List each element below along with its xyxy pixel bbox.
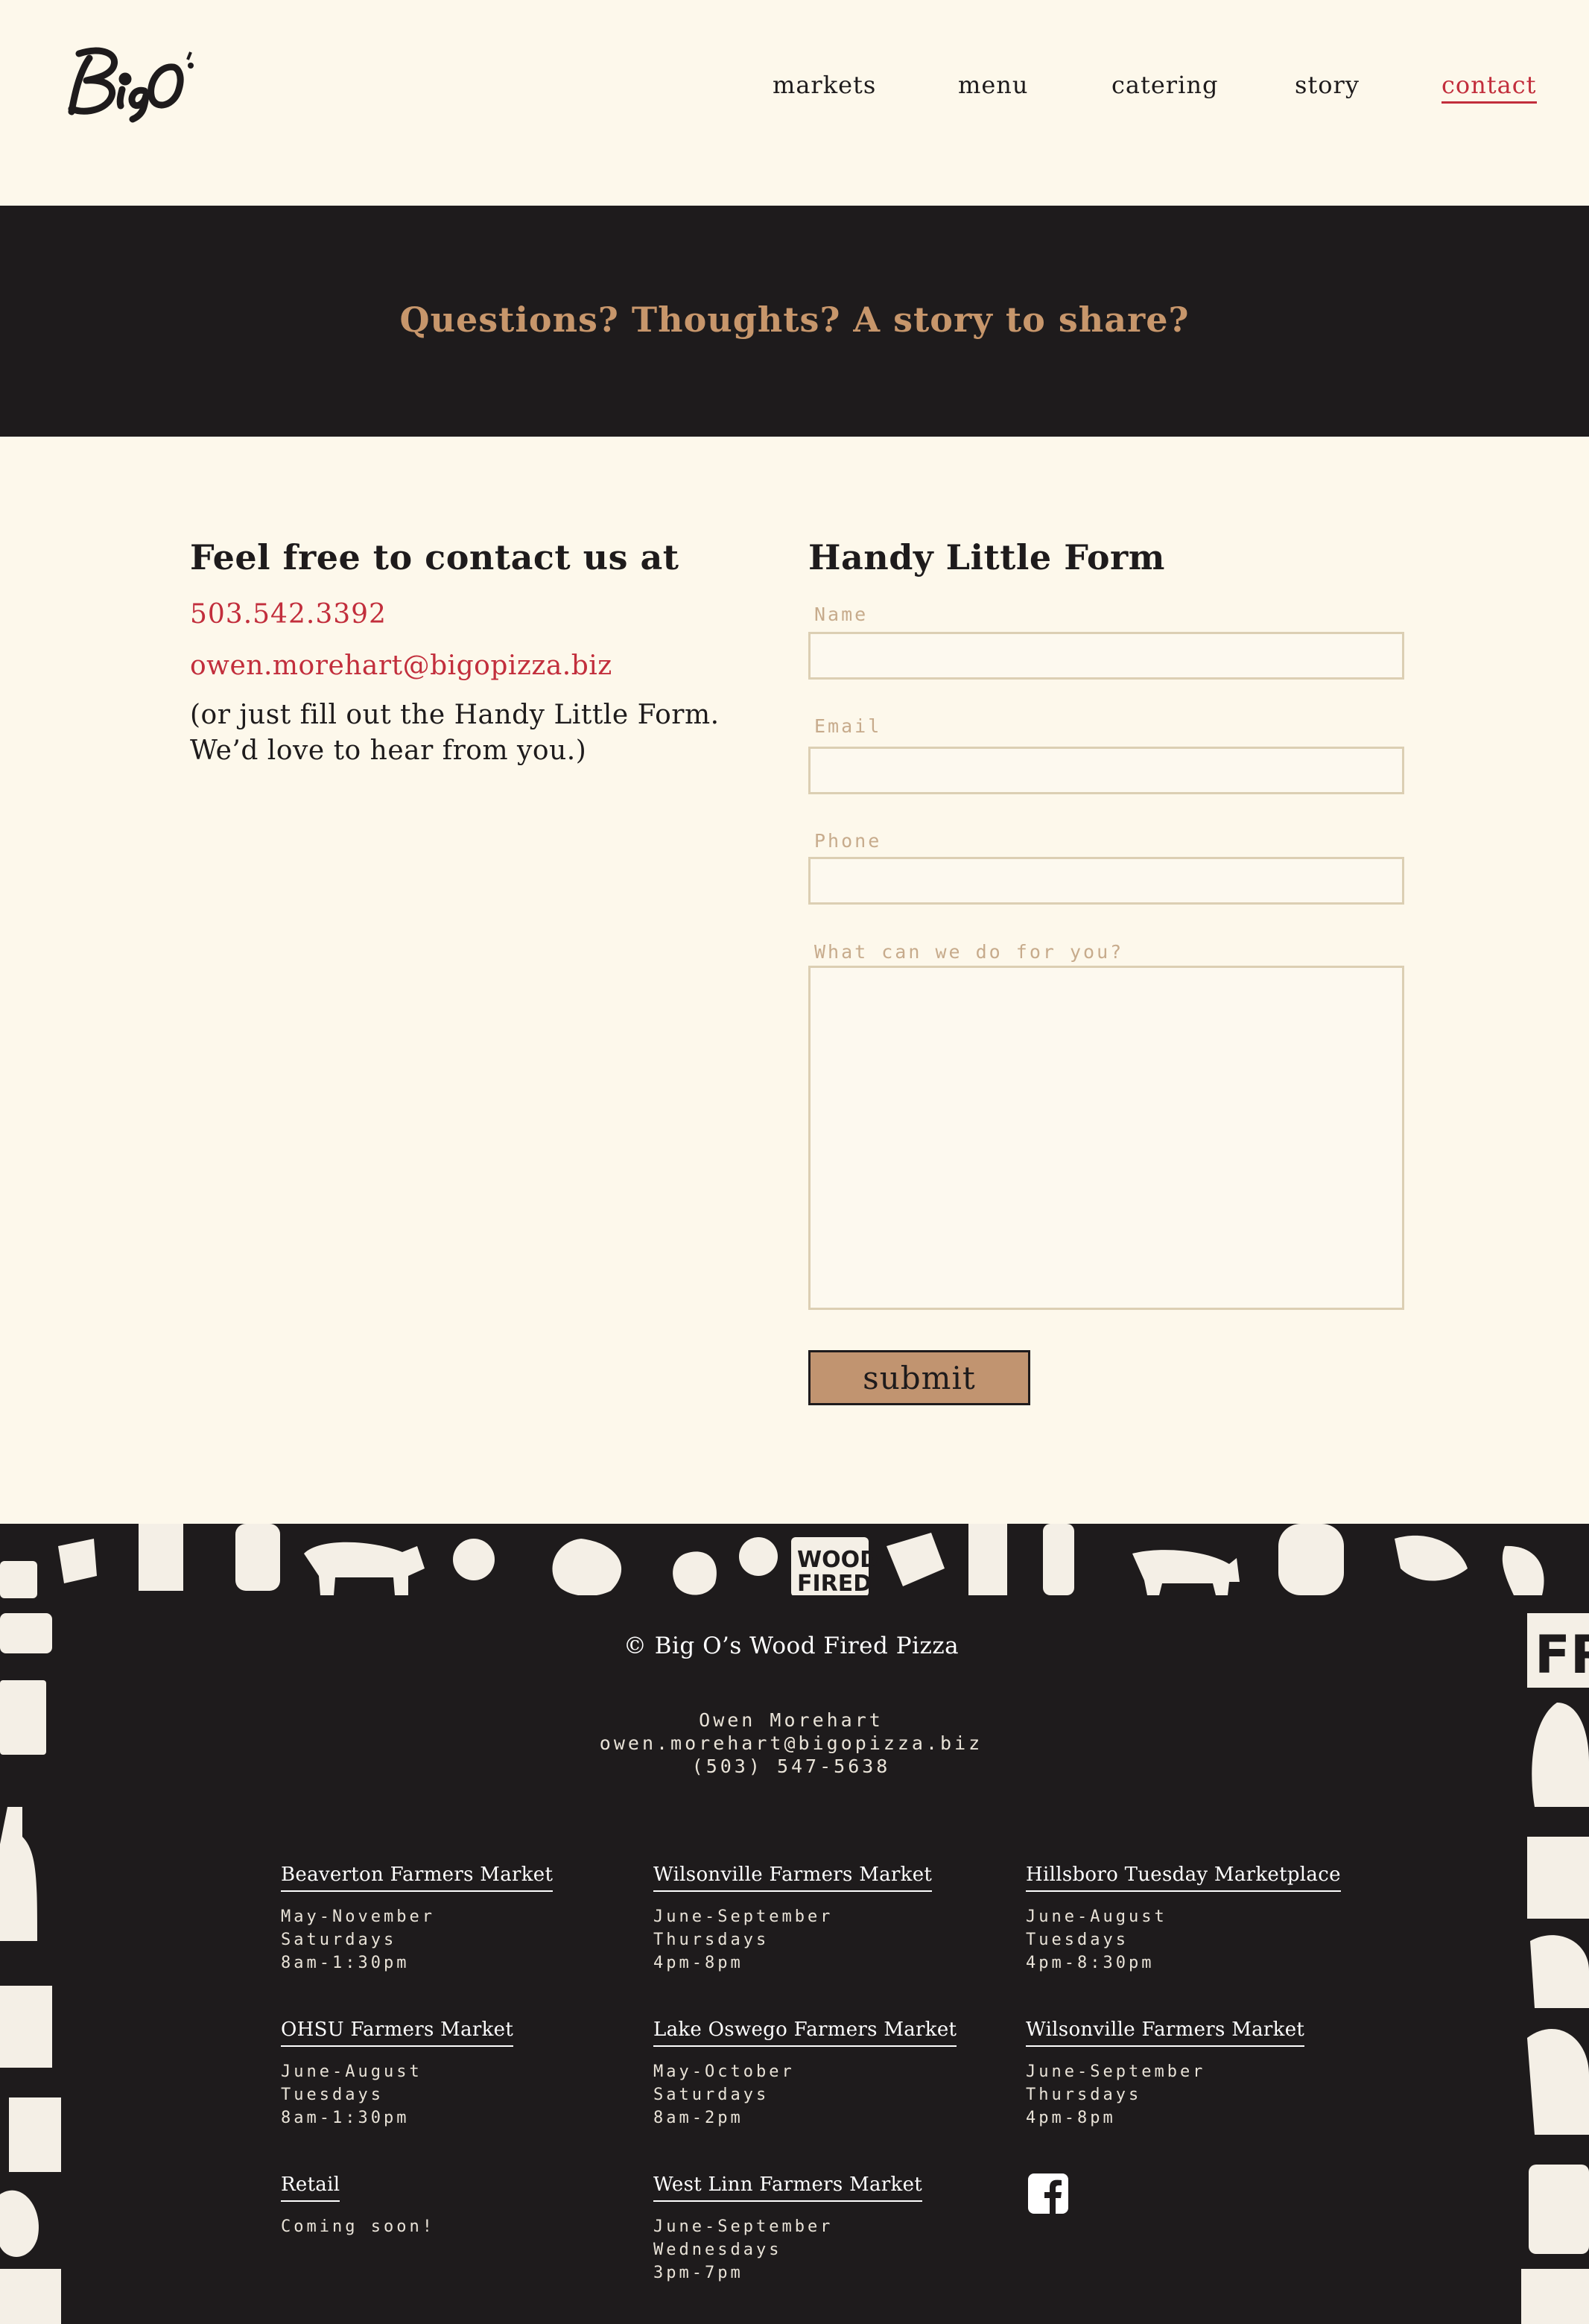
market-day: Thursdays [653,1931,770,1949]
email-field[interactable] [808,747,1404,794]
market-hours: 4pm-8pm [1026,2109,1116,2127]
contact-note: (or just fill out the Handy Little Form.… [190,700,720,766]
market-link[interactable]: Hillsboro Tuesday Marketplace [1026,1864,1341,1892]
footer-copyright: © Big O’s Wood Fired Pizza [623,1633,960,1659]
submit-button[interactable]: submit [808,1350,1030,1405]
market-item: Wilsonville Farmers Market June-Septembe… [653,1864,1003,1975]
market-season: June-September [653,1907,834,1926]
market-item: Lake Oswego Farmers Market May-October S… [653,2019,1003,2130]
market-link[interactable]: Beaverton Farmers Market [281,1864,554,1892]
facebook-icon[interactable] [1028,2173,1068,2214]
market-day: Wednesdays [653,2241,782,2259]
svg-text:FR: FR [1535,1624,1589,1685]
market-season: Coming soon! [281,2217,435,2236]
market-hours: 8am-1:30pm [281,1954,410,1972]
message-label: What can we do for you? [814,941,1124,963]
market-link[interactable]: OHSU Farmers Market [281,2019,514,2047]
market-hours: 4pm-8pm [653,1954,743,1972]
market-day: Saturdays [281,1931,397,1949]
form-heading: Handy Little Form [808,537,1165,577]
market-season: June-September [653,2217,834,2236]
market-day: Saturdays [653,2086,770,2104]
name-label: Name [814,604,869,625]
market-link[interactable]: West Linn Farmers Market [653,2173,923,2202]
footer-content: © Big O’s Wood Fired Pizza Owen Morehart… [61,1595,1521,2324]
market-hours: 8am-1:30pm [281,2109,410,2127]
market-season: June-August [1026,1907,1167,1926]
nav-contact[interactable]: contact [1441,69,1537,104]
phone-field[interactable] [808,857,1404,905]
svg-text:WOOD: WOOD [797,1547,878,1573]
market-season: June-August [281,2062,422,2081]
market-item: Wilsonville Farmers Market June-Septembe… [1026,2019,1376,2130]
market-season: May-November [281,1907,435,1926]
market-season: June-September [1026,2062,1206,2081]
market-link[interactable]: Wilsonville Farmers Market [1026,2019,1305,2047]
contact-info: Feel free to contact us at 503.542.3392 … [190,535,726,769]
market-hours: 4pm-8:30pm [1026,1954,1155,1972]
svg-text:FIRED: FIRED [797,1571,872,1597]
market-day: Thursdays [1026,2086,1142,2104]
message-textarea[interactable] [808,966,1404,1310]
nav-catering[interactable]: catering [1111,69,1218,101]
market-link[interactable]: Retail [281,2173,340,2202]
phone-label: Phone [814,830,882,852]
contact-form: Handy Little Form Name Email Phone What … [808,535,1404,1429]
market-link[interactable]: Lake Oswego Farmers Market [653,2019,957,2047]
hero-title: Questions? Thoughts? A story to share? [399,300,1190,340]
footer-contact: Owen Morehart owen.morehart@bigopizza.bi… [61,1709,1521,1778]
hero-banner: Questions? Thoughts? A story to share? [0,206,1589,437]
market-season: May-October [653,2062,795,2081]
footer-contact-email: owen.morehart@bigopizza.biz [599,1732,983,1754]
market-item: Retail Coming soon! [281,2173,631,2238]
main-nav: markets menu catering story contact [0,69,1589,106]
market-item: Beaverton Farmers Market May-November Sa… [281,1864,631,1975]
nav-story[interactable]: story [1295,69,1360,101]
market-hours: 8am-2pm [653,2109,743,2127]
email-label: Email [814,715,882,737]
contact-heading: Feel free to contact us at [190,537,679,577]
footer-contact-phone: (503) 547-5638 [691,1755,891,1777]
site-header: markets menu catering story contact [0,0,1589,206]
market-hours: 3pm-7pm [653,2264,743,2282]
market-item: West Linn Farmers Market June-September … [653,2173,1003,2285]
name-field[interactable] [808,632,1404,680]
market-item: OHSU Farmers Market June-August Tuesdays… [281,2019,631,2130]
market-day: Tuesdays [281,2086,384,2104]
contact-phone-link[interactable]: 503.542.3392 [190,599,726,630]
footer-contact-name: Owen Morehart [699,1709,884,1731]
contact-email-link[interactable]: owen.morehart@bigopizza.biz [190,650,726,681]
market-link[interactable]: Wilsonville Farmers Market [653,1864,933,1892]
market-item: Hillsboro Tuesday Marketplace June-Augus… [1026,1864,1376,1975]
market-day: Tuesdays [1026,1931,1129,1949]
nav-markets[interactable]: markets [773,69,876,101]
nav-menu[interactable]: menu [958,69,1029,101]
site-footer: WOOD FIRED FR © Big O’s Wood Fired Pizza… [0,1524,1589,2324]
